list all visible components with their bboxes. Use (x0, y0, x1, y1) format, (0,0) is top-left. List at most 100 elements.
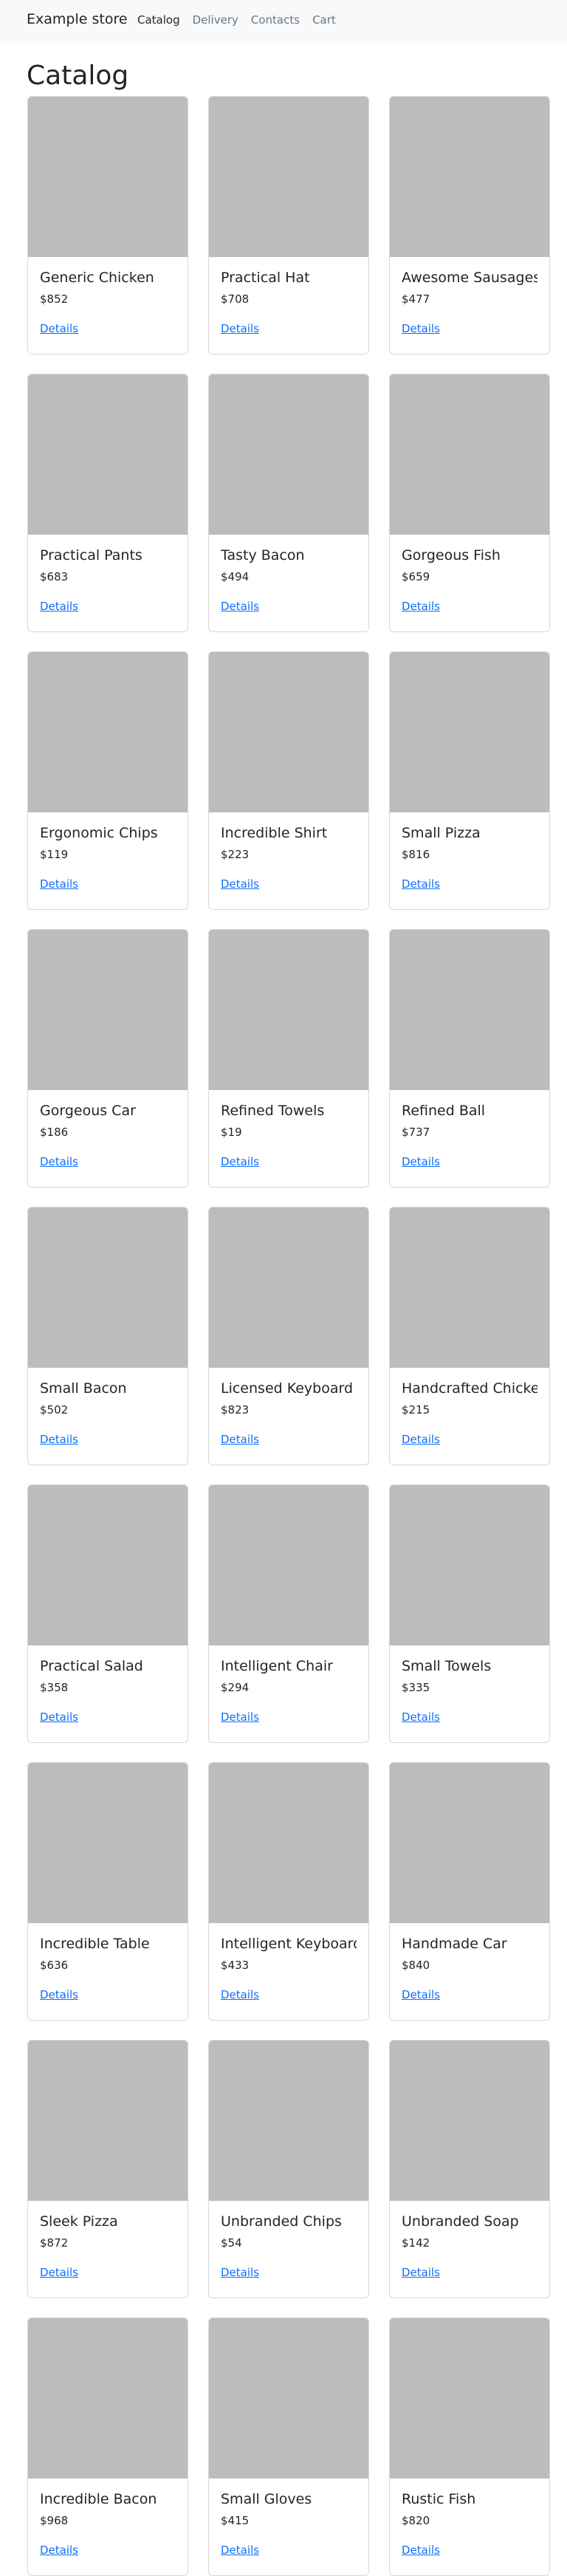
product-card: Generic Chicken $852 Details (27, 96, 188, 354)
nav-link-catalog[interactable]: Catalog (137, 13, 180, 27)
product-image-placeholder (209, 374, 368, 535)
product-price: $358 (40, 1681, 69, 1694)
product-price: $659 (402, 570, 430, 583)
nav-link-contacts[interactable]: Contacts (251, 13, 300, 27)
product-image-placeholder (390, 97, 549, 257)
product-image-placeholder (28, 2318, 188, 2479)
product-name: Incredible Table (40, 1936, 150, 1952)
product-image-placeholder (390, 374, 549, 535)
card-body: Gorgeous Fish $659 Details (390, 535, 549, 613)
product-card: Small Pizza $816 Details (389, 651, 550, 910)
product-name: Handcrafted Chicken (402, 1380, 537, 1397)
product-image-placeholder (209, 2318, 368, 2479)
product-image-placeholder (209, 652, 368, 812)
product-name: Intelligent Chair (221, 1658, 333, 1674)
product-price: $294 (221, 1681, 250, 1694)
product-image-placeholder (209, 1208, 368, 1368)
card-body: Refined Towels $19 Details (209, 1090, 368, 1168)
details-link[interactable]: Details (221, 2544, 259, 2557)
brand-link[interactable]: Example store (27, 11, 128, 27)
details-link[interactable]: Details (40, 2266, 78, 2279)
details-link[interactable]: Details (40, 1988, 78, 2001)
product-image-placeholder (390, 2318, 549, 2479)
details-link[interactable]: Details (402, 2266, 440, 2279)
nav-link-cart[interactable]: Cart (312, 13, 336, 27)
card-body: Generic Chicken $852 Details (28, 257, 188, 335)
product-price: $54 (221, 2236, 242, 2250)
product-card: Small Gloves $415 Details (208, 2318, 369, 2576)
product-image-placeholder (28, 1208, 188, 1368)
product-name: Small Towels (402, 1658, 492, 1674)
product-image-placeholder (209, 2041, 368, 2201)
card-body: Small Pizza $816 Details (390, 812, 549, 891)
product-name: Refined Towels (221, 1103, 325, 1119)
details-link[interactable]: Details (40, 1155, 78, 1168)
product-price: $494 (221, 570, 250, 583)
product-price: $119 (40, 848, 69, 861)
card-body: Rustic Fish $820 Details (390, 2479, 549, 2557)
product-name: Rustic Fish (402, 2491, 476, 2507)
details-link[interactable]: Details (40, 877, 78, 891)
details-link[interactable]: Details (40, 1710, 78, 1724)
card-body: Incredible Bacon $968 Details (28, 2479, 188, 2557)
product-card: Licensed Keyboard $823 Details (208, 1207, 369, 1465)
details-link[interactable]: Details (221, 877, 259, 891)
product-image-placeholder (390, 652, 549, 812)
card-body: Unbranded Soap $142 Details (390, 2201, 549, 2279)
product-name: Incredible Shirt (221, 825, 328, 841)
product-image-placeholder (390, 1763, 549, 1923)
details-link[interactable]: Details (402, 322, 440, 335)
product-image-placeholder (209, 930, 368, 1090)
product-name: Tasty Bacon (221, 547, 305, 564)
product-card: Small Bacon $502 Details (27, 1207, 188, 1465)
product-price: $223 (221, 848, 250, 861)
details-link[interactable]: Details (402, 1710, 440, 1724)
product-name: Awesome Sausages (402, 270, 537, 286)
details-link[interactable]: Details (402, 2544, 440, 2557)
product-name: Practical Pants (40, 547, 142, 564)
details-link[interactable]: Details (40, 2544, 78, 2557)
product-image-placeholder (28, 652, 188, 812)
details-link[interactable]: Details (221, 1433, 259, 1446)
details-link[interactable]: Details (40, 600, 78, 613)
details-link[interactable]: Details (40, 322, 78, 335)
details-link[interactable]: Details (40, 1433, 78, 1446)
product-card: Sleek Pizza $872 Details (27, 2040, 188, 2298)
details-link[interactable]: Details (402, 877, 440, 891)
product-price: $415 (221, 2514, 250, 2527)
product-price: $335 (402, 1681, 430, 1694)
nav-link-delivery[interactable]: Delivery (193, 13, 238, 27)
product-image-placeholder (28, 1485, 188, 1645)
product-name: Incredible Bacon (40, 2491, 157, 2507)
product-card: Intelligent Chair $294 Details (208, 1484, 369, 1743)
details-link[interactable]: Details (221, 1988, 259, 2001)
details-link[interactable]: Details (221, 600, 259, 613)
product-grid: Generic Chicken $852 Details Practical Hat $… (27, 96, 551, 2576)
product-name: Refined Ball (402, 1103, 486, 1119)
product-name: Small Pizza (402, 825, 481, 841)
card-body: Ergonomic Chips $119 Details (28, 812, 188, 891)
product-price: $636 (40, 1959, 69, 1972)
product-price: $215 (402, 1403, 430, 1417)
product-card: Incredible Bacon $968 Details (27, 2318, 188, 2576)
product-card: Incredible Table $636 Details (27, 1762, 188, 2021)
details-link[interactable]: Details (221, 1710, 259, 1724)
details-link[interactable]: Details (402, 1155, 440, 1168)
product-image-placeholder (209, 1485, 368, 1645)
details-link[interactable]: Details (221, 1155, 259, 1168)
card-body: Awesome Sausages $477 Details (390, 257, 549, 335)
details-link[interactable]: Details (402, 1433, 440, 1446)
product-image-placeholder (390, 930, 549, 1090)
product-name: Small Bacon (40, 1380, 127, 1397)
product-name: Ergonomic Chips (40, 825, 158, 841)
product-name: Unbranded Soap (402, 2213, 519, 2230)
product-price: $968 (40, 2514, 69, 2527)
product-card: Practical Salad $358 Details (27, 1484, 188, 1743)
details-link[interactable]: Details (402, 600, 440, 613)
card-body: Incredible Shirt $223 Details (209, 812, 368, 891)
product-card: Tasty Bacon $494 Details (208, 374, 369, 632)
details-link[interactable]: Details (221, 2266, 259, 2279)
product-image-placeholder (209, 1763, 368, 1923)
details-link[interactable]: Details (221, 322, 259, 335)
details-link[interactable]: Details (402, 1988, 440, 2001)
